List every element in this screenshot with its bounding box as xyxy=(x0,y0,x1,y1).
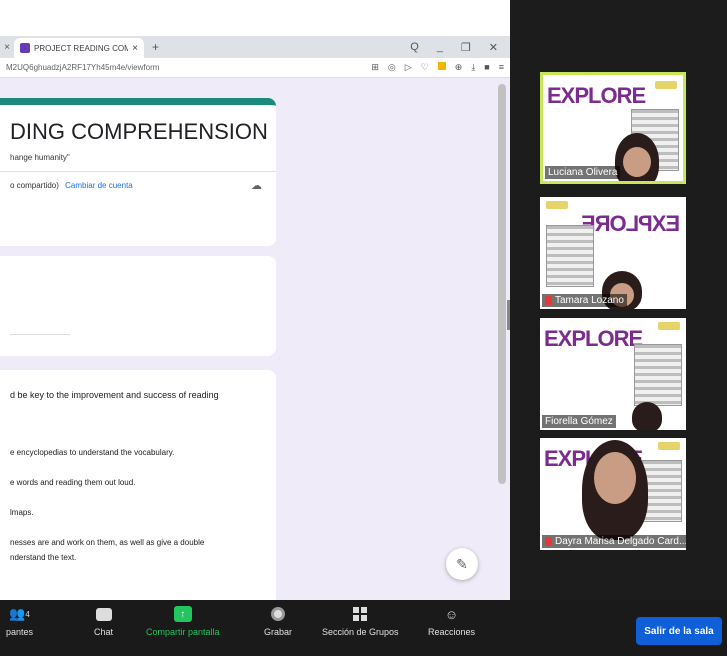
tab-close-icon[interactable]: × xyxy=(132,43,138,54)
edit-pencil-button[interactable]: ✎ xyxy=(446,548,478,580)
school-badge-icon xyxy=(658,442,680,450)
option-item[interactable]: nesses are and work on them, as well as … xyxy=(10,536,204,550)
browser-tabstrip: × PROJECT READING COMP × + Q _ ❐ ✕ xyxy=(0,36,510,58)
question-text: d be key to the improvement and success … xyxy=(10,390,219,400)
participant-video-tile[interactable]: EXPLORE Luciana Olivera xyxy=(540,72,686,184)
form-question-card-empty[interactable] xyxy=(0,256,276,356)
participant-name: Fiorella Gómez xyxy=(545,416,613,427)
participant-hair xyxy=(632,402,662,430)
explore-logo: EXPLORE xyxy=(547,83,646,108)
school-badge-icon xyxy=(546,201,568,209)
leave-room-button[interactable]: Salir de la sala xyxy=(636,617,722,645)
page-scrollbar[interactable] xyxy=(498,84,506,484)
send-icon[interactable]: ▷ xyxy=(405,62,412,73)
browser-tab[interactable]: PROJECT READING COMP × xyxy=(14,38,144,58)
reactions-icon: ☺ xyxy=(444,606,459,622)
close-icon[interactable]: × xyxy=(0,42,14,53)
search-tabs-icon[interactable]: Q xyxy=(410,41,419,54)
option-item[interactable]: e encyclopedias to understand the vocabu… xyxy=(10,446,174,460)
form-title: DING COMPREHENSION xyxy=(10,119,268,144)
puzzle-icon[interactable]: ⊕ xyxy=(455,62,463,73)
participant-video-tile[interactable]: EXPLORE Fiorella Gómez xyxy=(540,318,686,430)
account-row: o compartido) Cambiar de cuenta xyxy=(10,181,133,190)
minimize-icon[interactable]: _ xyxy=(437,41,443,54)
form-viewport: DING COMPREHENSION hange humanity" o com… xyxy=(0,78,510,600)
participants-button[interactable]: 👥 4 pantes xyxy=(6,606,33,637)
participant-video-tile[interactable]: EXPLORE Dayra Marisa Delgado Card... xyxy=(540,438,686,550)
shared-screen-browser: × PROJECT READING COMP × + Q _ ❐ ✕ M2UQ6… xyxy=(0,36,510,600)
breakout-rooms-icon xyxy=(351,606,369,622)
reactions-button[interactable]: ☺ Reacciones xyxy=(428,606,476,638)
bookmark-extension-icon[interactable] xyxy=(437,62,446,70)
participant-face xyxy=(594,452,636,504)
menu-icon[interactable]: ≡ xyxy=(499,62,504,73)
form-question-card: d be key to the improvement and success … xyxy=(0,370,276,600)
participants-icon: 👥 4 xyxy=(9,606,30,621)
url-text[interactable]: M2UQ6ghuadzjA2RF17Yh45m4e/viewform xyxy=(6,63,371,72)
chat-button[interactable]: Chat xyxy=(94,606,113,637)
switch-account-link[interactable]: Cambiar de cuenta xyxy=(65,181,133,190)
form-header-card: DING COMPREHENSION hange humanity" o com… xyxy=(0,98,276,246)
tab-title: PROJECT READING COMP xyxy=(34,43,129,53)
media-icon[interactable]: ■ xyxy=(484,62,489,73)
chat-label: Chat xyxy=(94,627,114,637)
participant-face xyxy=(623,147,651,177)
translate-icon[interactable]: ⊞ xyxy=(371,62,379,73)
participant-name-label: Tamara Lozano xyxy=(542,294,627,307)
participant-name: Luciana Olivera xyxy=(548,167,618,178)
participant-name: Dayra Marisa Delgado Card... xyxy=(555,536,686,547)
new-tab-button[interactable]: + xyxy=(152,40,159,54)
share-screen-label: Compartir pantalla xyxy=(146,627,220,637)
chat-icon xyxy=(95,606,113,622)
school-badge-icon xyxy=(658,322,680,330)
explore-logo: EXPLORE xyxy=(544,326,643,351)
account-status: o compartido) xyxy=(10,181,59,190)
reactions-label: Reacciones xyxy=(428,627,476,637)
answer-line xyxy=(10,334,70,335)
bookshelf-sketch xyxy=(634,344,682,406)
shield-icon[interactable]: ♡ xyxy=(421,62,429,73)
download-icon[interactable]: ⤓ xyxy=(471,62,475,73)
explore-logo: EXPLORE xyxy=(581,211,680,236)
breakout-rooms-button[interactable]: Sección de Grupos xyxy=(322,606,399,637)
bookshelf-sketch xyxy=(546,225,594,287)
option-item[interactable]: lmaps. xyxy=(10,506,34,520)
window-controls: Q _ ❐ ✕ xyxy=(410,41,510,54)
cloud-save-icon: ☁ xyxy=(251,180,262,192)
restore-icon[interactable]: ❐ xyxy=(461,41,471,54)
mic-muted-icon xyxy=(545,537,552,546)
form-description: hange humanity" xyxy=(10,153,70,162)
participant-name: Tamara Lozano xyxy=(555,295,624,306)
share-screen-icon: ↑ xyxy=(173,606,192,622)
record-icon xyxy=(269,606,287,622)
extension-icon[interactable]: ◎ xyxy=(388,62,396,73)
participant-video-tile[interactable]: EXPLORE Tamara Lozano xyxy=(540,197,686,309)
meeting-toolbar: 👥 4 pantes Chat ↑ Compartir pantalla Grab… xyxy=(0,600,727,656)
option-item[interactable]: e words and reading them out loud. xyxy=(10,476,135,490)
participant-name-label: Luciana Olivera xyxy=(545,166,621,179)
window-close-icon[interactable]: ✕ xyxy=(489,41,498,54)
zoom-meeting-window: × PROJECT READING COMP × + Q _ ❐ ✕ M2UQ6… xyxy=(0,0,727,656)
breakout-rooms-label: Sección de Grupos xyxy=(322,627,399,637)
share-resize-handle[interactable] xyxy=(507,300,510,330)
mic-muted-icon xyxy=(545,296,552,305)
extension-icons: ⊞ ◎ ▷ ♡ ⊕ ⤓ ■ ≡ xyxy=(371,62,504,73)
option-item-continued: nderstand the text. xyxy=(10,553,77,562)
share-screen-button[interactable]: ↑ Compartir pantalla xyxy=(146,606,220,637)
participant-name-label: Dayra Marisa Delgado Card... xyxy=(542,535,686,548)
record-button[interactable]: Grabar xyxy=(264,606,292,637)
participant-count: 4 xyxy=(25,609,30,619)
address-bar[interactable]: M2UQ6ghuadzjA2RF17Yh45m4e/viewform ⊞ ◎ ▷… xyxy=(0,58,510,78)
participants-label: pantes xyxy=(6,627,34,637)
record-label: Grabar xyxy=(264,627,293,637)
school-badge-icon xyxy=(655,81,677,89)
divider xyxy=(0,171,276,172)
participant-name-label: Fiorella Gómez xyxy=(542,415,616,428)
forms-favicon-icon xyxy=(20,43,30,53)
